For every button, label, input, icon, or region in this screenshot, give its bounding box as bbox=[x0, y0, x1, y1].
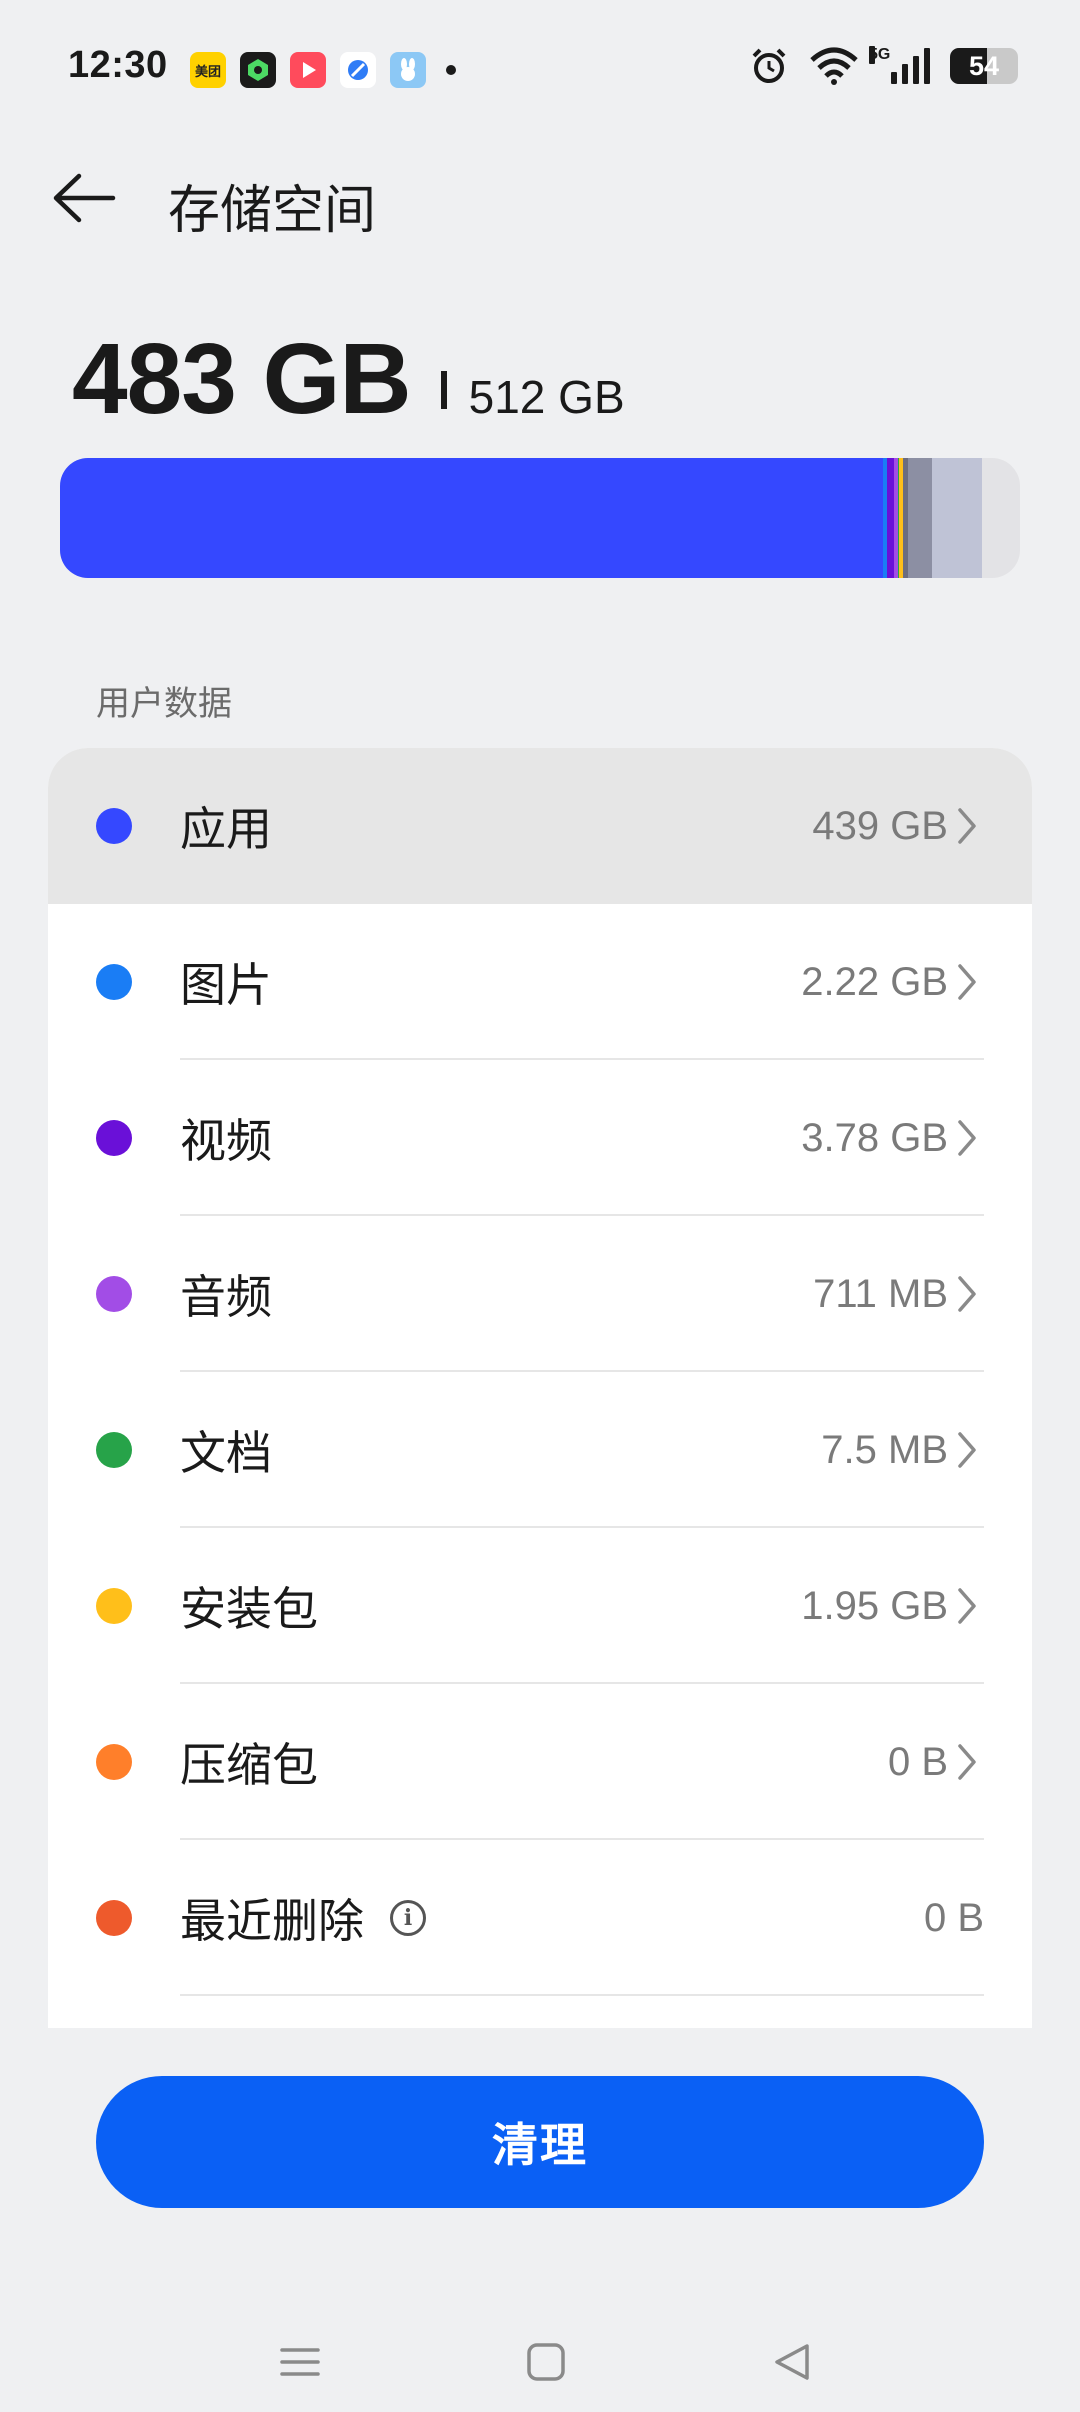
storage-bar-segment bbox=[908, 458, 933, 578]
category-color-dot bbox=[96, 1432, 132, 1468]
category-row[interactable]: 视频 3.78 GB bbox=[48, 1060, 1032, 1216]
back-triangle-icon bbox=[775, 2344, 809, 2380]
navigation-bar bbox=[0, 2300, 1080, 2412]
storage-bar-segment bbox=[60, 458, 883, 578]
category-name: 应用 bbox=[180, 803, 272, 855]
category-name: 压缩包 bbox=[180, 1739, 318, 1791]
total-storage: 512 GB bbox=[468, 371, 625, 423]
menu-icon bbox=[280, 2348, 320, 2376]
category-size: 1.95 GB bbox=[801, 1583, 948, 1628]
category-size: 3.78 GB bbox=[801, 1115, 948, 1160]
category-color-dot bbox=[96, 964, 132, 1000]
category-name-wrap: 音频 bbox=[180, 1261, 272, 1327]
category-row[interactable]: 文档 7.5 MB bbox=[48, 1372, 1032, 1528]
used-storage: 483 GB bbox=[72, 323, 412, 435]
category-size: 439 GB bbox=[812, 803, 948, 848]
info-icon[interactable]: i bbox=[390, 1900, 426, 1936]
back-button[interactable] bbox=[48, 162, 120, 234]
notification-icons: 美团 bbox=[190, 52, 456, 88]
category-name: 视频 bbox=[180, 1115, 272, 1167]
category-row[interactable]: 压缩包 0 B bbox=[48, 1684, 1032, 1840]
storage-usage-bar bbox=[60, 458, 1020, 578]
category-name-wrap: 图片 bbox=[180, 949, 272, 1015]
arrow-left-icon bbox=[53, 173, 116, 223]
category-name-wrap: 文档 bbox=[180, 1417, 272, 1483]
network-type: 5G bbox=[869, 46, 891, 64]
storage-bar-segment bbox=[932, 458, 983, 578]
category-name-wrap: 压缩包 bbox=[180, 1729, 318, 1795]
storage-summary: 483 GB 512 GB bbox=[72, 322, 625, 437]
section-label: 用户数据 bbox=[96, 685, 232, 723]
meituan-icon: 美团 bbox=[190, 52, 226, 88]
category-name: 安装包 bbox=[180, 1583, 318, 1635]
category-name: 音频 bbox=[180, 1271, 272, 1323]
nav-back-button[interactable] bbox=[752, 2322, 832, 2402]
row-divider bbox=[180, 1994, 984, 1996]
browser-icon bbox=[340, 52, 376, 88]
chevron-right-icon bbox=[958, 1120, 976, 1156]
category-row[interactable]: 音频 711 MB bbox=[48, 1216, 1032, 1372]
category-name: 文档 bbox=[180, 1427, 272, 1479]
category-row[interactable]: 安装包 1.95 GB bbox=[48, 1528, 1032, 1684]
category-row[interactable]: 最近删除 i 0 B bbox=[48, 1840, 1032, 1996]
category-size: 0 B bbox=[923, 1895, 984, 1940]
separator bbox=[440, 371, 447, 409]
category-name-wrap: 安装包 bbox=[180, 1573, 318, 1639]
category-row[interactable]: 应用 439 GB bbox=[48, 748, 1032, 904]
system-icons: 5G 54 bbox=[749, 46, 1018, 86]
category-row[interactable]: 图片 2.22 GB bbox=[48, 904, 1032, 1060]
chevron-right-icon bbox=[958, 1588, 976, 1624]
category-size: 711 MB bbox=[813, 1271, 948, 1316]
category-size: 0 B bbox=[887, 1739, 948, 1784]
battery-level: 54 bbox=[968, 50, 1000, 81]
storage-bar-segment bbox=[886, 458, 894, 578]
category-name-wrap: 视频 bbox=[180, 1105, 272, 1171]
menu-button[interactable] bbox=[260, 2322, 340, 2402]
category-list: 应用 439 GB 图片 2.22 GB 视频 3.78 GB 音频 711 MB 文档 7.5 … bbox=[48, 748, 1032, 2028]
category-name-wrap: 应用 bbox=[180, 793, 272, 859]
page-title: 存储空间 bbox=[168, 182, 377, 240]
home-icon bbox=[527, 2343, 565, 2381]
video-play-icon bbox=[290, 52, 326, 88]
chevron-right-icon bbox=[958, 808, 976, 844]
bunny-app-icon bbox=[390, 52, 426, 88]
battery-icon: 54 bbox=[950, 48, 1018, 84]
chevron-right-icon bbox=[958, 1744, 976, 1780]
category-color-dot bbox=[96, 1276, 132, 1312]
chevron-right-icon bbox=[958, 1276, 976, 1312]
chevron-right-icon bbox=[958, 1432, 976, 1468]
status-time: 12:30 bbox=[68, 44, 168, 86]
category-size: 7.5 MB bbox=[821, 1427, 948, 1472]
category-color-dot bbox=[96, 1120, 132, 1156]
category-name: 最近删除 bbox=[180, 1895, 364, 1947]
chevron-right-icon bbox=[958, 964, 976, 1000]
alarm-icon bbox=[752, 48, 786, 83]
category-color-dot bbox=[96, 1744, 132, 1780]
category-name-wrap: 最近删除 i bbox=[180, 1885, 426, 1951]
category-size: 2.22 GB bbox=[801, 959, 948, 1004]
category-color-dot bbox=[96, 808, 132, 844]
category-color-dot bbox=[96, 1588, 132, 1624]
category-color-dot bbox=[96, 1900, 132, 1936]
green-app-icon bbox=[240, 52, 276, 88]
cell-signal-icon: 5G bbox=[869, 46, 930, 84]
category-name: 图片 bbox=[180, 959, 272, 1011]
wifi-icon bbox=[810, 47, 858, 85]
home-button[interactable] bbox=[506, 2322, 586, 2402]
meituan-label: 美团 bbox=[194, 63, 221, 79]
clean-button[interactable]: 清理 bbox=[96, 2076, 984, 2208]
status-bar: 12:30 美团 5G 54 bbox=[0, 0, 1080, 140]
more-notifications-dot bbox=[446, 65, 456, 75]
